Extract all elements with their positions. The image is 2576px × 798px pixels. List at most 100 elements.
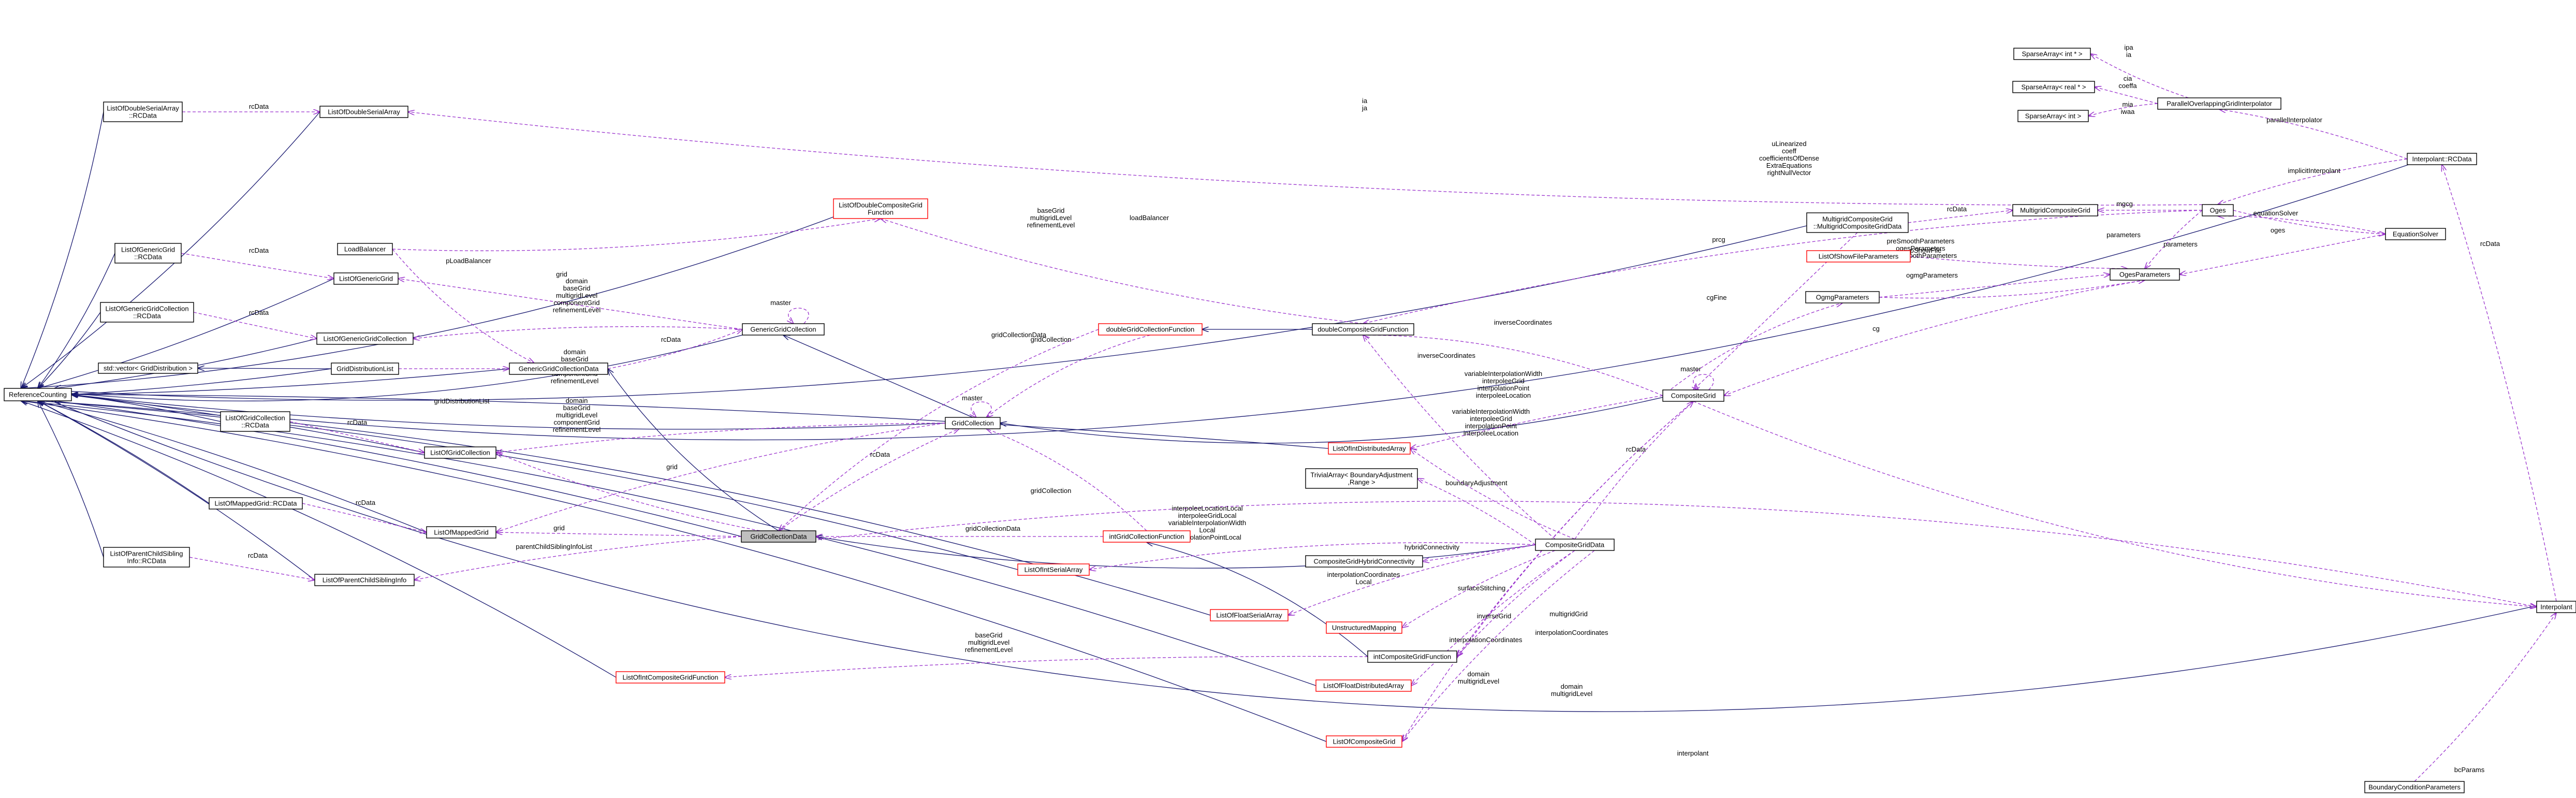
inheritance-edge-cg-gc xyxy=(1000,389,1694,444)
class-node-losfp[interactable]: ListOfShowFileParameters xyxy=(1806,250,1911,263)
class-name: GridCollection xyxy=(952,419,994,427)
edge-label: rcData xyxy=(249,103,269,110)
edge-label: loadBalancer xyxy=(1130,214,1169,222)
edge-label: rcData xyxy=(347,418,368,426)
class-name: CompositeGridHybridConnectivity xyxy=(1313,558,1415,565)
edge-label: ipa ia xyxy=(2124,43,2133,59)
class-node-icgf[interactable]: intCompositeGridFunction xyxy=(1367,650,1457,663)
usage-edge-oges-dcgf xyxy=(1363,210,2203,324)
class-node-lomg_rc[interactable]: ListOfMappedGrid::RCData xyxy=(209,497,303,510)
usage-edge-cgd-loida xyxy=(1410,448,1575,540)
class-node-interp[interactable]: Interpolant xyxy=(2536,601,2576,613)
class-node-igcf[interactable]: intGridCollectionFunction xyxy=(1103,530,1191,543)
class-node-rc[interactable]: ReferenceCounting xyxy=(4,388,72,401)
class-node-lofda[interactable]: ListOfFloatDistributedArray xyxy=(1315,679,1412,692)
usage-edge-es-ogesp xyxy=(2179,234,2386,274)
usage-edge-cg-interp xyxy=(1693,401,2537,607)
class-name: MultigridCompositeGrid xyxy=(2020,207,2090,214)
class-name: OgmgParameters xyxy=(1816,294,1869,301)
usage-edge-interp-irc xyxy=(2442,165,2557,602)
class-node-logc[interactable]: ListOfGridCollection xyxy=(424,446,496,459)
class-node-loida[interactable]: ListOfIntDistributedArray xyxy=(1328,442,1411,455)
usage-edge-icgf-loicgf xyxy=(725,656,1368,677)
usage-edge-igcf-gc xyxy=(987,429,1147,531)
class-node-ogesp[interactable]: OgesParameters xyxy=(2110,268,2180,281)
usage-edge-bcp-interp xyxy=(2414,613,2556,782)
inheritance-edge-gdl-stdv xyxy=(198,368,332,369)
class-node-locg[interactable]: ListOfCompositeGrid xyxy=(1326,735,1402,748)
class-node-ldcgf[interactable]: ListOfDoubleCompositeGrid Function xyxy=(833,198,928,219)
class-name: doubleGridCollectionFunction xyxy=(1106,326,1195,333)
class-node-spint[interactable]: SparseArray< int > xyxy=(2017,110,2089,122)
class-node-lofsa[interactable]: ListOfFloatSerialArray xyxy=(1210,609,1289,621)
usage-edge-irc-oges xyxy=(2218,158,2408,205)
edge-label: implicitInterpolant xyxy=(2288,167,2340,175)
class-node-mcgrc[interactable]: MultigridCompositeGrid::MultigridComposi… xyxy=(1806,212,1909,233)
class-node-ogmgp[interactable]: OgmgParameters xyxy=(1805,291,1880,303)
class-node-loisa[interactable]: ListOfIntSerialArray xyxy=(1017,563,1090,576)
edge-label: rcData xyxy=(1947,205,1967,213)
edge-label: parameters xyxy=(2106,231,2141,239)
edge-label: rcData xyxy=(356,499,376,506)
class-node-lb[interactable]: LoadBalancer xyxy=(337,243,393,255)
edge-label: ogmgParameters xyxy=(1906,271,1958,279)
class-node-ggcd[interactable]: GenericGridCollectionData xyxy=(509,362,608,375)
inheritance-edge-interp-rc xyxy=(21,388,2557,712)
usage-edge-lgg_rc-logg xyxy=(181,253,334,279)
class-name: ListOfFloatSerialArray xyxy=(1216,612,1282,619)
class-node-irc[interactable]: Interpolant::RCData xyxy=(2407,153,2477,165)
class-node-cgd[interactable]: CompositeGridData xyxy=(1535,539,1615,551)
class-node-loggc_rc[interactable]: ListOfGenericGridCollection::RCData xyxy=(100,302,194,323)
class-node-gdl[interactable]: GridDistributionList xyxy=(331,362,399,375)
class-node-gcd[interactable]: GridCollectionData xyxy=(741,530,816,543)
class-name: ListOfGenericGrid xyxy=(339,275,393,283)
class-node-lopcs_rc[interactable]: ListOfParentChildSibling Info::RCData xyxy=(103,547,190,568)
usage-edge-pogi-spi xyxy=(2090,54,2189,98)
class-name: Interpolant::RCData xyxy=(2412,155,2472,163)
class-node-gc[interactable]: GridCollection xyxy=(945,417,1001,429)
class-node-lopcs[interactable]: ListOfParentChildSiblingInfo xyxy=(314,574,415,586)
class-node-spi[interactable]: SparseArray< int * > xyxy=(2013,48,2091,60)
class-node-loggc[interactable]: ListOfGenericGridCollection xyxy=(316,332,414,345)
class-node-logc_rc[interactable]: ListOfGridCollection::RCData xyxy=(220,411,290,432)
edge-label: pLoadBalancer xyxy=(446,257,491,265)
class-node-oges[interactable]: Oges xyxy=(2202,204,2234,216)
class-node-ggc[interactable]: GenericGridCollection xyxy=(742,323,825,336)
class-node-spr[interactable]: SparseArray< real * > xyxy=(2012,81,2095,93)
class-name: UnstructuredMapping xyxy=(1332,624,1396,632)
class-node-es[interactable]: EquationSolver xyxy=(2385,228,2446,240)
class-node-dgcf[interactable]: doubleGridCollectionFunction xyxy=(1098,323,1203,336)
class-node-cgsc[interactable]: CompositeGridHybridConnectivity xyxy=(1305,555,1423,568)
edge-label: multigridGrid xyxy=(1549,610,1588,618)
class-node-um[interactable]: UnstructuredMapping xyxy=(1326,621,1402,634)
class-node-logg[interactable]: ListOfGenericGrid xyxy=(333,272,399,285)
class-name: EquationSolver xyxy=(2393,230,2439,238)
class-name: ListOfMappedGrid xyxy=(434,529,489,536)
class-node-lodsa[interactable]: ListOfDoubleSerialArray xyxy=(319,106,408,118)
inheritance-edge-gc-rc xyxy=(71,395,946,430)
edge-label: baseGrid multigridLevel refinementLevel xyxy=(1027,207,1075,229)
class-node-bcp[interactable]: BoundaryConditionParameters xyxy=(2364,781,2465,793)
class-name: ListOfIntDistributedArray xyxy=(1333,445,1406,453)
edge-label: inverseGrid xyxy=(1477,612,1511,620)
class-node-ta[interactable]: TrivialArray< BoundaryAdjustment ,Range > xyxy=(1305,468,1418,489)
edge-label: surfaceStitching xyxy=(1458,584,1506,592)
edge-label: rcData xyxy=(661,336,681,343)
class-node-lgg_rc[interactable]: ListOfGenericGrid::RCData xyxy=(114,243,182,264)
class-node-pogi[interactable]: ParallelOverlappingGridInterpolator xyxy=(2157,97,2281,110)
edge-label: variableInterpolationWidth interpoleeGrid… xyxy=(1452,408,1530,437)
edge-label: master xyxy=(770,299,791,307)
class-node-cg[interactable]: CompositeGrid xyxy=(1662,389,1724,402)
class-node-loicgf[interactable]: ListOfIntCompositeGridFunction xyxy=(616,671,725,684)
edge-label: cg xyxy=(1872,325,1880,332)
edge-label: inverseCoordinates xyxy=(1494,318,1553,326)
class-node-stdv[interactable]: std::vector< GridDistribution > xyxy=(98,362,198,374)
edge-label: interpolationCoordinates xyxy=(1535,629,1608,636)
inheritance-edge-irc-rc xyxy=(21,153,2442,441)
class-node-lomg[interactable]: ListOfMappedGrid xyxy=(426,526,496,539)
class-node-dcgf[interactable]: doubleCompositeGridFunction xyxy=(1312,323,1414,336)
edge-label: parentChildSiblingInfoList xyxy=(516,543,592,550)
class-node-mcg[interactable]: MultigridCompositeGrid xyxy=(2012,204,2098,216)
class-node-lodsa_rc[interactable]: ListOfDoubleSerialArray::RCData xyxy=(103,101,183,122)
usage-edge-cg-ogmgp xyxy=(1662,303,1842,396)
